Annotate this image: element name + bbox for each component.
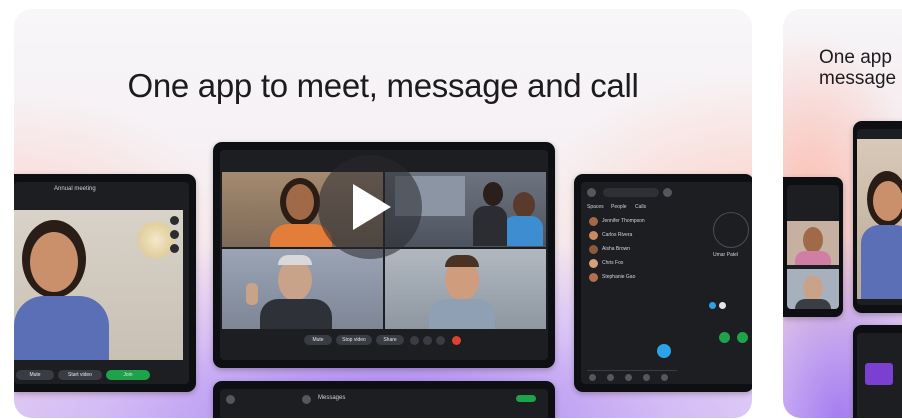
avatar: [589, 259, 598, 268]
tab-people[interactable]: People: [611, 204, 627, 210]
tablet-left-screen: Annual meeting Mute Start video Join: [14, 182, 189, 384]
side-control-icon[interactable]: [170, 244, 179, 253]
stop-video-button[interactable]: Stop video: [336, 335, 372, 345]
side-control-icon[interactable]: [170, 216, 179, 225]
avatar: [589, 273, 598, 282]
share-button[interactable]: Share: [376, 335, 404, 345]
nav-teams-icon[interactable]: [607, 374, 614, 381]
start-video-button[interactable]: Start video: [58, 370, 102, 380]
participant-face: [803, 275, 823, 301]
screenshot-card-next[interactable]: One app message: [783, 9, 902, 418]
search-input[interactable]: [603, 188, 659, 197]
message-card: [865, 363, 893, 385]
participant-face: [483, 182, 503, 206]
participant-face: [873, 181, 902, 221]
play-icon: [353, 184, 391, 230]
waving-hand: [246, 283, 258, 305]
contact-list-item[interactable]: Chris Fox: [589, 258, 665, 269]
tablet-right-preview: Spaces People Calls Jennifer Thompson Ca…: [574, 174, 752, 392]
participant-shirt: [473, 206, 507, 246]
participant-face: [30, 232, 78, 292]
call-avatar: [713, 212, 749, 248]
tablet-right-screen: Spaces People Calls Jennifer Thompson Ca…: [581, 182, 752, 384]
participant-face: [278, 259, 312, 301]
end-call-icon[interactable]: [452, 336, 461, 345]
participant-shirt: [429, 299, 495, 329]
participant-shirt: [260, 299, 332, 329]
add-icon[interactable]: [302, 395, 311, 404]
meeting-title: Annual meeting: [54, 186, 96, 192]
flower-decoration: [136, 220, 176, 260]
avatar: [589, 245, 598, 254]
divider: [587, 370, 677, 371]
phone-center-screen: [857, 129, 902, 305]
contact-list-item[interactable]: Aisha Brown: [589, 244, 665, 255]
phone-bottom-screen: [857, 333, 902, 418]
video-tile: [787, 221, 839, 265]
contact-list-item[interactable]: Carlos Rivera: [589, 230, 665, 241]
participant-shirt: [795, 299, 831, 309]
nav-calling-icon[interactable]: [625, 374, 632, 381]
screenshot-card-main[interactable]: One app to meet, message and call Annual…: [14, 9, 752, 418]
avatar[interactable]: [226, 395, 235, 404]
avatar[interactable]: [587, 188, 596, 197]
tab-spaces[interactable]: Spaces: [587, 204, 604, 210]
video-call-icon[interactable]: [737, 332, 748, 343]
tablet-left-preview: Annual meeting Mute Start video Join: [14, 174, 196, 392]
participants-icon[interactable]: [410, 336, 419, 345]
participant-shirt: [14, 296, 109, 360]
participant-hair: [445, 255, 479, 267]
avatar: [589, 231, 598, 240]
more-icon[interactable]: [436, 336, 445, 345]
participant-shirt: [503, 216, 543, 246]
contact-list-item[interactable]: Stephanie Gao: [589, 272, 665, 283]
avatar: [589, 217, 598, 226]
messages-title: Messages: [318, 395, 346, 401]
status-icon: [709, 302, 716, 309]
video-tile: [857, 139, 902, 299]
participant-shirt: [861, 225, 902, 299]
tab-calls[interactable]: Calls: [635, 204, 646, 210]
card-headline: One app to meet, message and call: [127, 67, 639, 104]
answer-call-icon[interactable]: [719, 332, 730, 343]
play-video-button[interactable]: [318, 155, 422, 259]
join-button[interactable]: Join: [106, 370, 150, 380]
participant-face: [513, 192, 535, 218]
compose-icon[interactable]: [657, 344, 671, 358]
video-tile: [787, 269, 839, 309]
phone-center-preview: [853, 121, 902, 313]
video-tile-3: [222, 249, 383, 329]
participant-video-tile: [14, 210, 183, 360]
contact-list-item[interactable]: Jennifer Thompson: [589, 216, 665, 227]
participant-face: [286, 184, 314, 220]
participant-shirt: [795, 251, 831, 265]
participant-face: [803, 227, 823, 253]
chat-icon[interactable]: [423, 336, 432, 345]
nav-messages-icon[interactable]: [589, 374, 596, 381]
phone-left-screen: [787, 185, 839, 309]
call-name: Umar Patel: [713, 252, 739, 258]
add-icon[interactable]: [663, 188, 672, 197]
nav-meetings-icon[interactable]: [643, 374, 650, 381]
phone-left-preview: [783, 177, 843, 317]
tablet-bottom-preview: Messages: [213, 381, 555, 418]
nav-more-icon[interactable]: [661, 374, 668, 381]
side-control-icon[interactable]: [170, 230, 179, 239]
join-status-badge: [516, 395, 536, 402]
mute-button[interactable]: Mute: [304, 335, 332, 345]
phone-bottom-preview: [853, 325, 902, 418]
mute-button[interactable]: Mute: [16, 370, 54, 380]
video-tile-4: [385, 249, 546, 329]
card-headline: One app message: [819, 47, 897, 89]
status-icon: [719, 302, 726, 309]
participant-hair: [278, 255, 312, 265]
tablet-bottom-screen: Messages: [220, 389, 548, 418]
